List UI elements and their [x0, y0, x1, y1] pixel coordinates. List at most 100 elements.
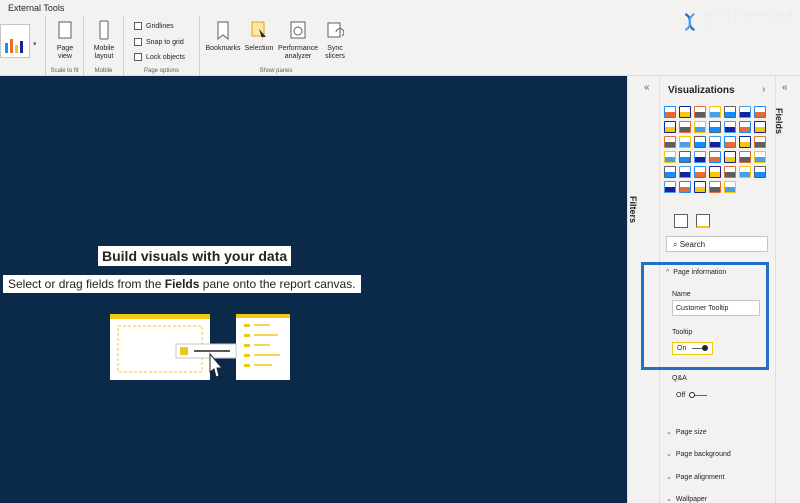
visual-type-icon[interactable] [664, 181, 676, 193]
chevron-down-icon: ⌄ [666, 496, 672, 503]
show-panes-label: Show panes [259, 68, 293, 74]
build-visual-tab-icon[interactable] [674, 214, 688, 228]
visual-type-icon[interactable] [679, 181, 691, 193]
mobile-layout-label: Mobile layout [93, 45, 115, 60]
visual-type-icon[interactable] [754, 121, 766, 133]
visual-type-icon[interactable] [664, 151, 676, 163]
visual-type-icon[interactable] [739, 106, 751, 118]
filters-collapse-icon[interactable]: « [644, 82, 650, 93]
gallery-dropdown-icon[interactable]: ▾ [33, 40, 37, 48]
page-view-icon [58, 21, 72, 39]
visual-type-icon[interactable] [739, 136, 751, 148]
visual-type-icon[interactable] [694, 151, 706, 163]
viz-tabs [674, 214, 710, 228]
visual-type-icon[interactable] [679, 136, 691, 148]
brand-text: ENTERPRISE D [705, 10, 796, 34]
gridlines-checkbox[interactable]: Gridlines [134, 22, 174, 30]
filters-label[interactable]: Filters [628, 196, 638, 223]
sync-slicers-icon [327, 22, 344, 38]
brand-logo: ENTERPRISE D [680, 10, 800, 34]
lock-objects-checkbox[interactable]: Lock objects [134, 53, 185, 61]
page-view-button[interactable]: Page view [52, 20, 78, 61]
page-options-group: Gridlines Snap to grid Lock objects Page… [124, 16, 200, 76]
performance-analyzer-label: Performance analyzer [277, 45, 319, 60]
visual-type-icon[interactable] [709, 166, 721, 178]
visual-type-icon[interactable] [679, 151, 691, 163]
performance-analyzer-button[interactable]: Performance analyzer [276, 20, 320, 61]
visual-type-icon[interactable] [724, 151, 736, 163]
page-options-label: Page options [143, 68, 180, 74]
visual-type-icon[interactable] [739, 121, 751, 133]
dna-logo-icon [684, 12, 695, 32]
scale-to-fit-label: Scale to fit [50, 68, 79, 74]
ribbon: External Tools ▾ Page view Scale to fit … [0, 0, 800, 76]
visual-type-icon[interactable] [709, 181, 721, 193]
subline-prefix: Select or drag fields from the [8, 277, 165, 291]
visualizations-expand-icon[interactable]: › [762, 84, 765, 95]
canvas-headline: Build visuals with your data [98, 246, 292, 266]
page-alignment-section[interactable]: ⌄ Page alignment [666, 473, 782, 481]
visual-type-icon[interactable] [679, 121, 691, 133]
wallpaper-section[interactable]: ⌄ Wallpaper [666, 495, 782, 503]
mobile-layout-button[interactable]: Mobile layout [90, 20, 118, 61]
visual-type-icon[interactable] [724, 106, 736, 118]
visual-type-icon[interactable] [709, 151, 721, 163]
visual-type-icon[interactable] [754, 151, 766, 163]
mobile-icon [99, 20, 109, 40]
visual-type-icon[interactable] [694, 136, 706, 148]
visual-type-icon[interactable] [664, 106, 676, 118]
visual-type-icon[interactable] [694, 106, 706, 118]
mobile-group-label: Mobile [94, 68, 113, 74]
theme-gallery[interactable] [0, 24, 30, 58]
fields-pane: « Fields [774, 76, 800, 503]
ribbon-tab-title[interactable]: External Tools [8, 3, 64, 13]
selection-button[interactable]: Selection [242, 20, 276, 53]
bookmarks-button[interactable]: Bookmarks [204, 20, 242, 53]
snap-to-grid-checkbox[interactable]: Snap to grid [134, 38, 184, 46]
visual-type-icon[interactable] [724, 181, 736, 193]
visual-type-icon[interactable] [754, 106, 766, 118]
performance-analyzer-icon [290, 21, 306, 39]
visual-type-icon[interactable] [709, 106, 721, 118]
qa-label: Q&A [672, 375, 687, 382]
visual-type-icon[interactable] [754, 136, 766, 148]
visual-type-icon[interactable] [679, 166, 691, 178]
visual-type-icon[interactable] [709, 136, 721, 148]
visual-type-icon[interactable] [664, 121, 676, 133]
chevron-down-icon: ⌄ [666, 451, 672, 458]
selection-icon [251, 21, 266, 41]
page-size-section[interactable]: ⌄ Page size [666, 428, 782, 436]
chevron-down-icon: ⌄ [666, 474, 672, 481]
bookmarks-label: Bookmarks [205, 45, 241, 52]
visual-type-icon[interactable] [724, 121, 736, 133]
chevron-down-icon: ⌄ [666, 429, 672, 436]
sync-slicers-label: Sync slicers [325, 45, 345, 60]
visual-type-gallery [664, 106, 772, 194]
fields-label[interactable]: Fields [774, 108, 784, 134]
visual-type-icon[interactable] [664, 166, 676, 178]
visual-type-icon[interactable] [754, 166, 766, 178]
visual-type-icon[interactable] [694, 166, 706, 178]
theme-gallery-group: ▾ [0, 16, 46, 76]
visualizations-title: Visualizations [668, 85, 735, 96]
visual-type-icon[interactable] [739, 166, 751, 178]
visual-type-icon[interactable] [709, 121, 721, 133]
visual-type-icon[interactable] [664, 136, 676, 148]
selection-label: Selection [244, 45, 274, 52]
visual-type-icon[interactable] [739, 151, 751, 163]
subline-suffix: pane onto the report canvas. [199, 277, 356, 291]
viz-search-input[interactable]: ⌕ Search [666, 236, 768, 252]
sync-slicers-button[interactable]: Sync slicers [320, 20, 350, 61]
visual-type-icon[interactable] [694, 121, 706, 133]
scale-to-fit-group: Page view Scale to fit [46, 16, 84, 76]
visual-type-icon[interactable] [724, 136, 736, 148]
page-information-highlight [641, 262, 769, 370]
format-page-tab-icon[interactable] [696, 214, 710, 228]
fields-collapse-icon[interactable]: « [782, 82, 788, 93]
visual-type-icon[interactable] [694, 181, 706, 193]
page-background-section[interactable]: ⌄ Page background [666, 450, 782, 458]
qa-toggle[interactable]: Off [676, 392, 708, 399]
visual-type-icon[interactable] [724, 166, 736, 178]
visual-type-icon[interactable] [679, 106, 691, 118]
bookmark-icon [217, 21, 229, 41]
